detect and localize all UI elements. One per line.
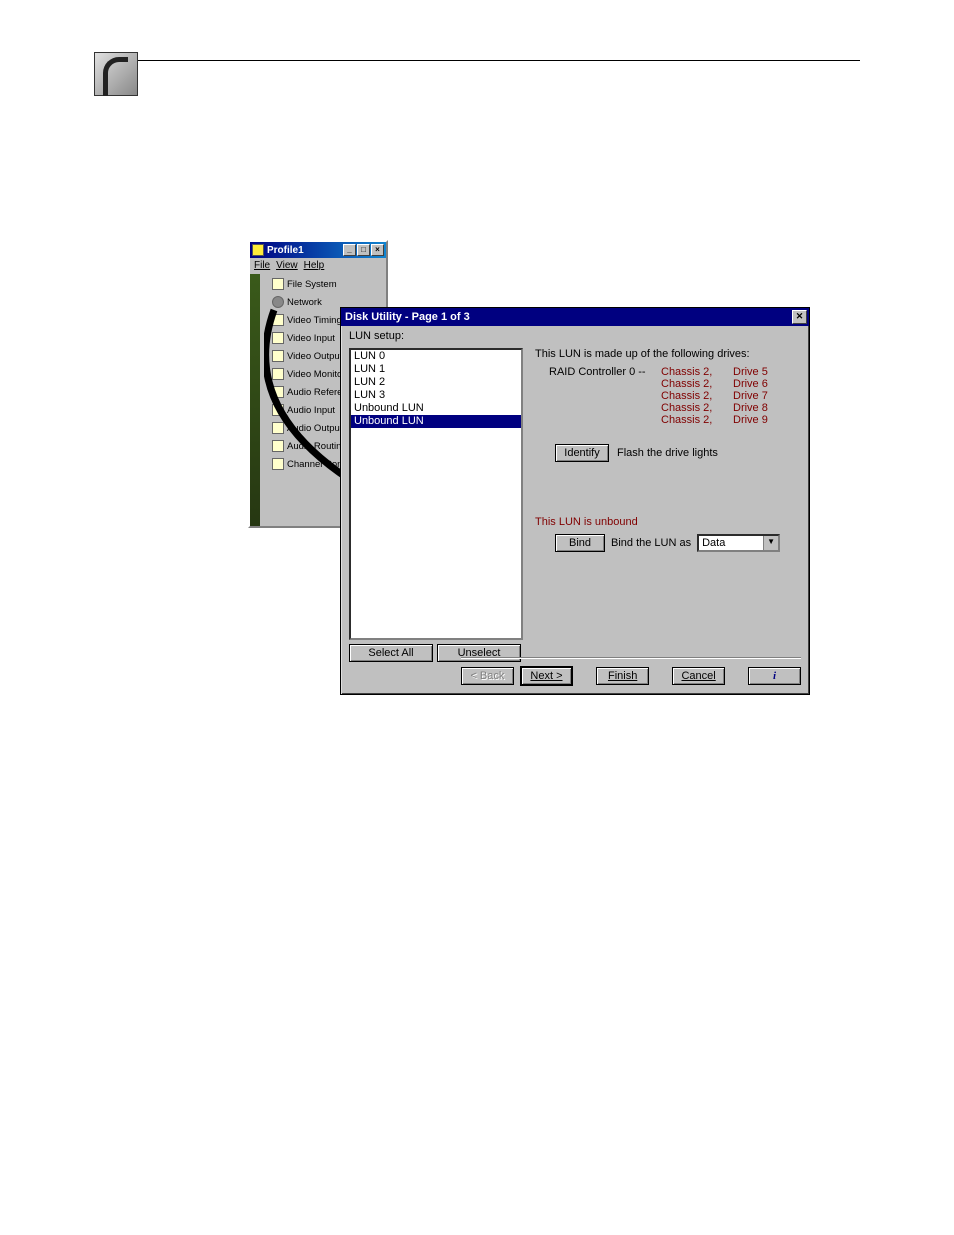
monitor-icon [272,368,284,380]
back-button: < Back [461,667,514,685]
header-rule [94,60,860,61]
audio-out-icon [272,422,284,434]
list-item[interactable]: Unbound LUN [351,415,521,428]
lun-listbox[interactable]: LUN 0 LUN 1 LUN 2 LUN 3 Unbound LUN Unbo… [349,348,523,640]
menu-help[interactable]: Help [304,260,325,271]
select-all-button[interactable]: Select All [349,644,433,662]
list-item[interactable]: LUN 0 [351,350,521,363]
cancel-button[interactable]: Cancel [672,667,725,685]
next-button[interactable]: Next > [520,666,573,686]
dialog-titlebar: Disk Utility - Page 1 of 3 ✕ [341,308,809,326]
video-in-icon [272,332,284,344]
identify-hint: Flash the drive lights [617,447,718,459]
network-icon [272,296,284,308]
bind-as-combo[interactable]: ▼ [697,534,780,552]
chevron-down-icon[interactable]: ▼ [763,536,778,550]
info-button[interactable]: i [748,667,801,685]
list-item[interactable]: LUN 2 [351,376,521,389]
maximize-button[interactable]: □ [357,244,370,256]
profile-title: Profile1 [267,245,304,256]
sidebar-brand-strip [250,274,260,526]
made-up-label: This LUN is made up of the following dri… [535,348,803,360]
brand-logo-icon [94,52,138,96]
profile-titlebar: Profile1 _ □ × [250,242,386,258]
minimize-button[interactable]: _ [343,244,356,256]
identify-button[interactable]: Identify [555,444,609,462]
bind-as-value[interactable] [699,537,763,549]
routing-icon [272,440,284,452]
dialog-close-button[interactable]: ✕ [792,310,807,324]
disk-utility-dialog: Disk Utility - Page 1 of 3 ✕ LUN setup: … [340,307,810,695]
raid-controller-label: RAID Controller 0 -- [549,366,661,378]
bind-button[interactable]: Bind [555,534,605,552]
drives-table: RAID Controller 0 --Chassis 2,Drive 5 Ch… [549,366,803,426]
bind-as-label: Bind the LUN as [611,537,691,549]
folder-icon [272,278,284,290]
list-item[interactable]: Unbound LUN [351,402,521,415]
lun-setup-label: LUN setup: [349,330,801,342]
audio-ref-icon [272,386,284,398]
wizard-nav: < Back Next > Finish Cancel i [461,657,801,686]
list-item[interactable]: LUN 3 [351,389,521,402]
lun-status-text: This LUN is unbound [535,516,638,528]
list-item[interactable]: LUN 1 [351,363,521,376]
menubar: File View Help [250,258,386,273]
channel-icon [272,458,284,470]
dialog-title: Disk Utility - Page 1 of 3 [345,311,470,323]
close-button[interactable]: × [371,244,384,256]
app-icon [252,244,264,256]
tree-item-file-system[interactable]: File System [262,275,384,293]
audio-in-icon [272,404,284,416]
video-out-icon [272,350,284,362]
menu-file[interactable]: File [254,260,270,271]
timing-icon [272,314,284,326]
menu-view[interactable]: View [276,260,298,271]
finish-button[interactable]: Finish [596,667,649,685]
